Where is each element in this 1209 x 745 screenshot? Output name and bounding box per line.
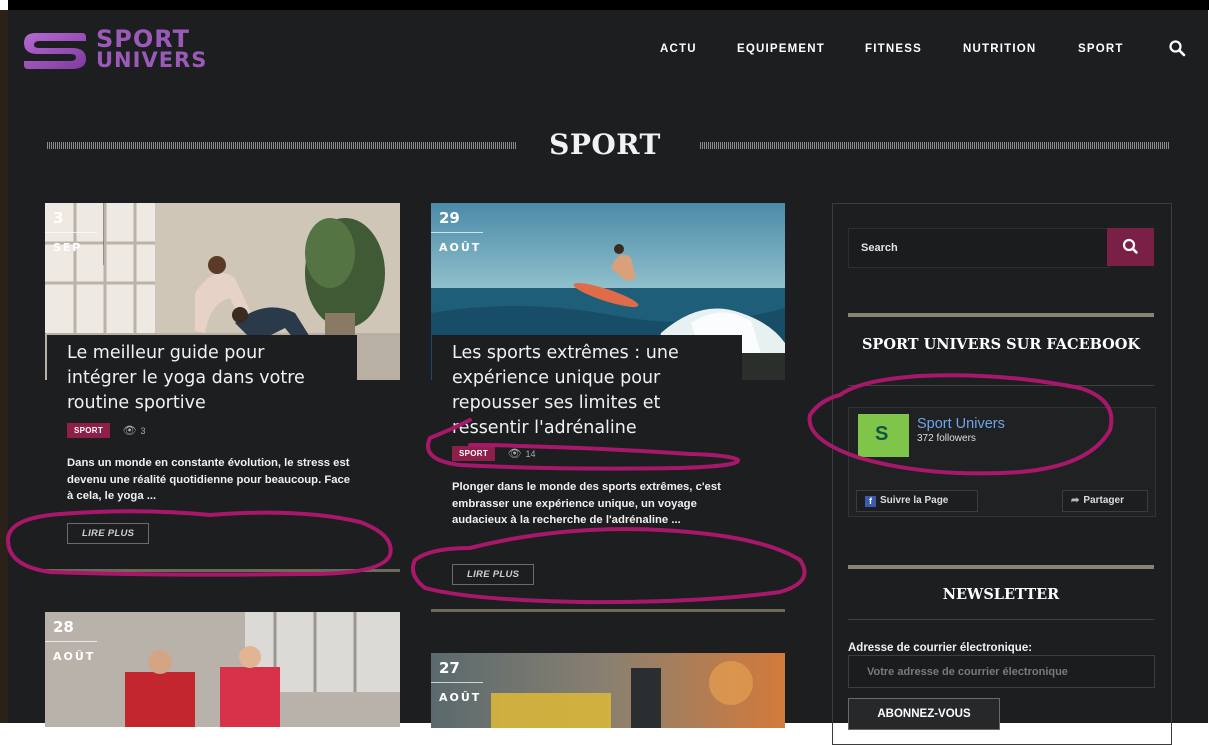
post-month: AOÛT [439,691,482,704]
search-input[interactable] [849,229,1113,267]
post-date-badge: 3 SEP [45,203,104,265]
sidebar-search-field[interactable] [848,228,1113,268]
widget-divider [848,313,1154,317]
search-button[interactable] [1107,228,1154,266]
widget-divider [848,565,1154,569]
post-meta: SPORT 👁 14 [452,446,536,461]
newsletter-email-field[interactable] [848,655,1157,688]
view-count: 👁 14 [508,447,536,460]
share-label: Partager [1083,495,1124,506]
views-value: 3 [140,426,146,436]
logo-line-2: UNIVERS [96,48,208,72]
nav-item-sport[interactable]: SPORT [1078,43,1124,55]
search-icon [1122,238,1138,254]
page-title: SPORT [549,128,661,161]
eye-icon: 👁 [507,448,522,460]
follow-page-button[interactable]: f Suivre la Page [856,490,978,512]
views-value: 14 [525,449,536,459]
window-left-edge [0,10,8,723]
post-day: 27 [431,653,483,683]
post-month: AOÛT [53,650,96,663]
share-button[interactable]: ➦ Partager [1062,490,1148,512]
window-top-border [8,0,1209,10]
nav-item-equipement[interactable]: EQUIPEMENT [737,43,825,55]
subscribe-button[interactable]: ABONNEZ-VOUS [848,698,1000,730]
post-day: 3 [45,203,97,233]
facebook-page-logo[interactable]: S [858,414,909,457]
post-day: 29 [431,203,483,233]
post-excerpt: Plonger dans le monde des sports extrême… [452,481,721,526]
title-rule-left [47,142,517,149]
facebook-page-name[interactable]: Sport Univers [917,416,1005,432]
facebook-icon: f [865,496,876,507]
view-count: 👁 3 [123,424,146,437]
logo-text: SPORT UNIVERS [96,25,208,72]
category-badge[interactable]: SPORT [452,446,496,461]
newsletter-email-label: Adresse de courrier électronique: [848,642,1033,654]
post-month: SEP [53,241,83,254]
widget-title-rule [848,385,1154,386]
email-input[interactable] [849,656,1157,687]
post-day: 28 [45,612,97,642]
read-more-button[interactable]: LIRE PLUS [67,523,150,544]
post-date-badge: 28 AOÛT [45,612,107,674]
search-icon[interactable] [1168,39,1186,57]
follow-label: Suivre la Page [880,495,949,506]
post-separator [45,569,400,572]
newsletter-title: NEWSLETTER [942,586,1060,603]
nav-item-fitness[interactable]: FITNESS [865,43,922,55]
post-excerpt: Dans un monde en constante évolution, le… [67,457,351,502]
fb-logo-letter: S [875,423,889,445]
logo-mark-icon [24,33,86,69]
facebook-widget-title: SPORT UNIVERS SUR FACEBOOK [861,336,1141,353]
nav-item-actu[interactable]: ACTU [660,43,697,55]
post-month: AOÛT [439,241,482,254]
title-rule-right [700,142,1170,149]
post-separator [431,609,785,612]
post-meta: SPORT 👁 3 [67,423,146,438]
facebook-followers: 372 followers [917,433,976,444]
nav-item-nutrition[interactable]: NUTRITION [963,43,1036,55]
eye-icon: 👁 [122,425,137,437]
read-more-button[interactable]: LIRE PLUS [452,564,535,585]
widget-title-rule [848,619,1154,620]
category-badge[interactable]: SPORT [67,423,111,438]
post-date-badge: 27 AOÛT [431,653,493,715]
logo-line-1: SPORT [96,25,191,53]
share-icon: ➦ [1071,495,1080,506]
post-title[interactable]: Les sports extrêmes : une expérience uni… [432,335,742,445]
post-date-badge: 29 AOÛT [431,203,489,265]
site-logo[interactable]: SPORT UNIVERS [22,27,206,77]
post-title[interactable]: Le meilleur guide pour intégrer le yoga … [47,335,357,420]
